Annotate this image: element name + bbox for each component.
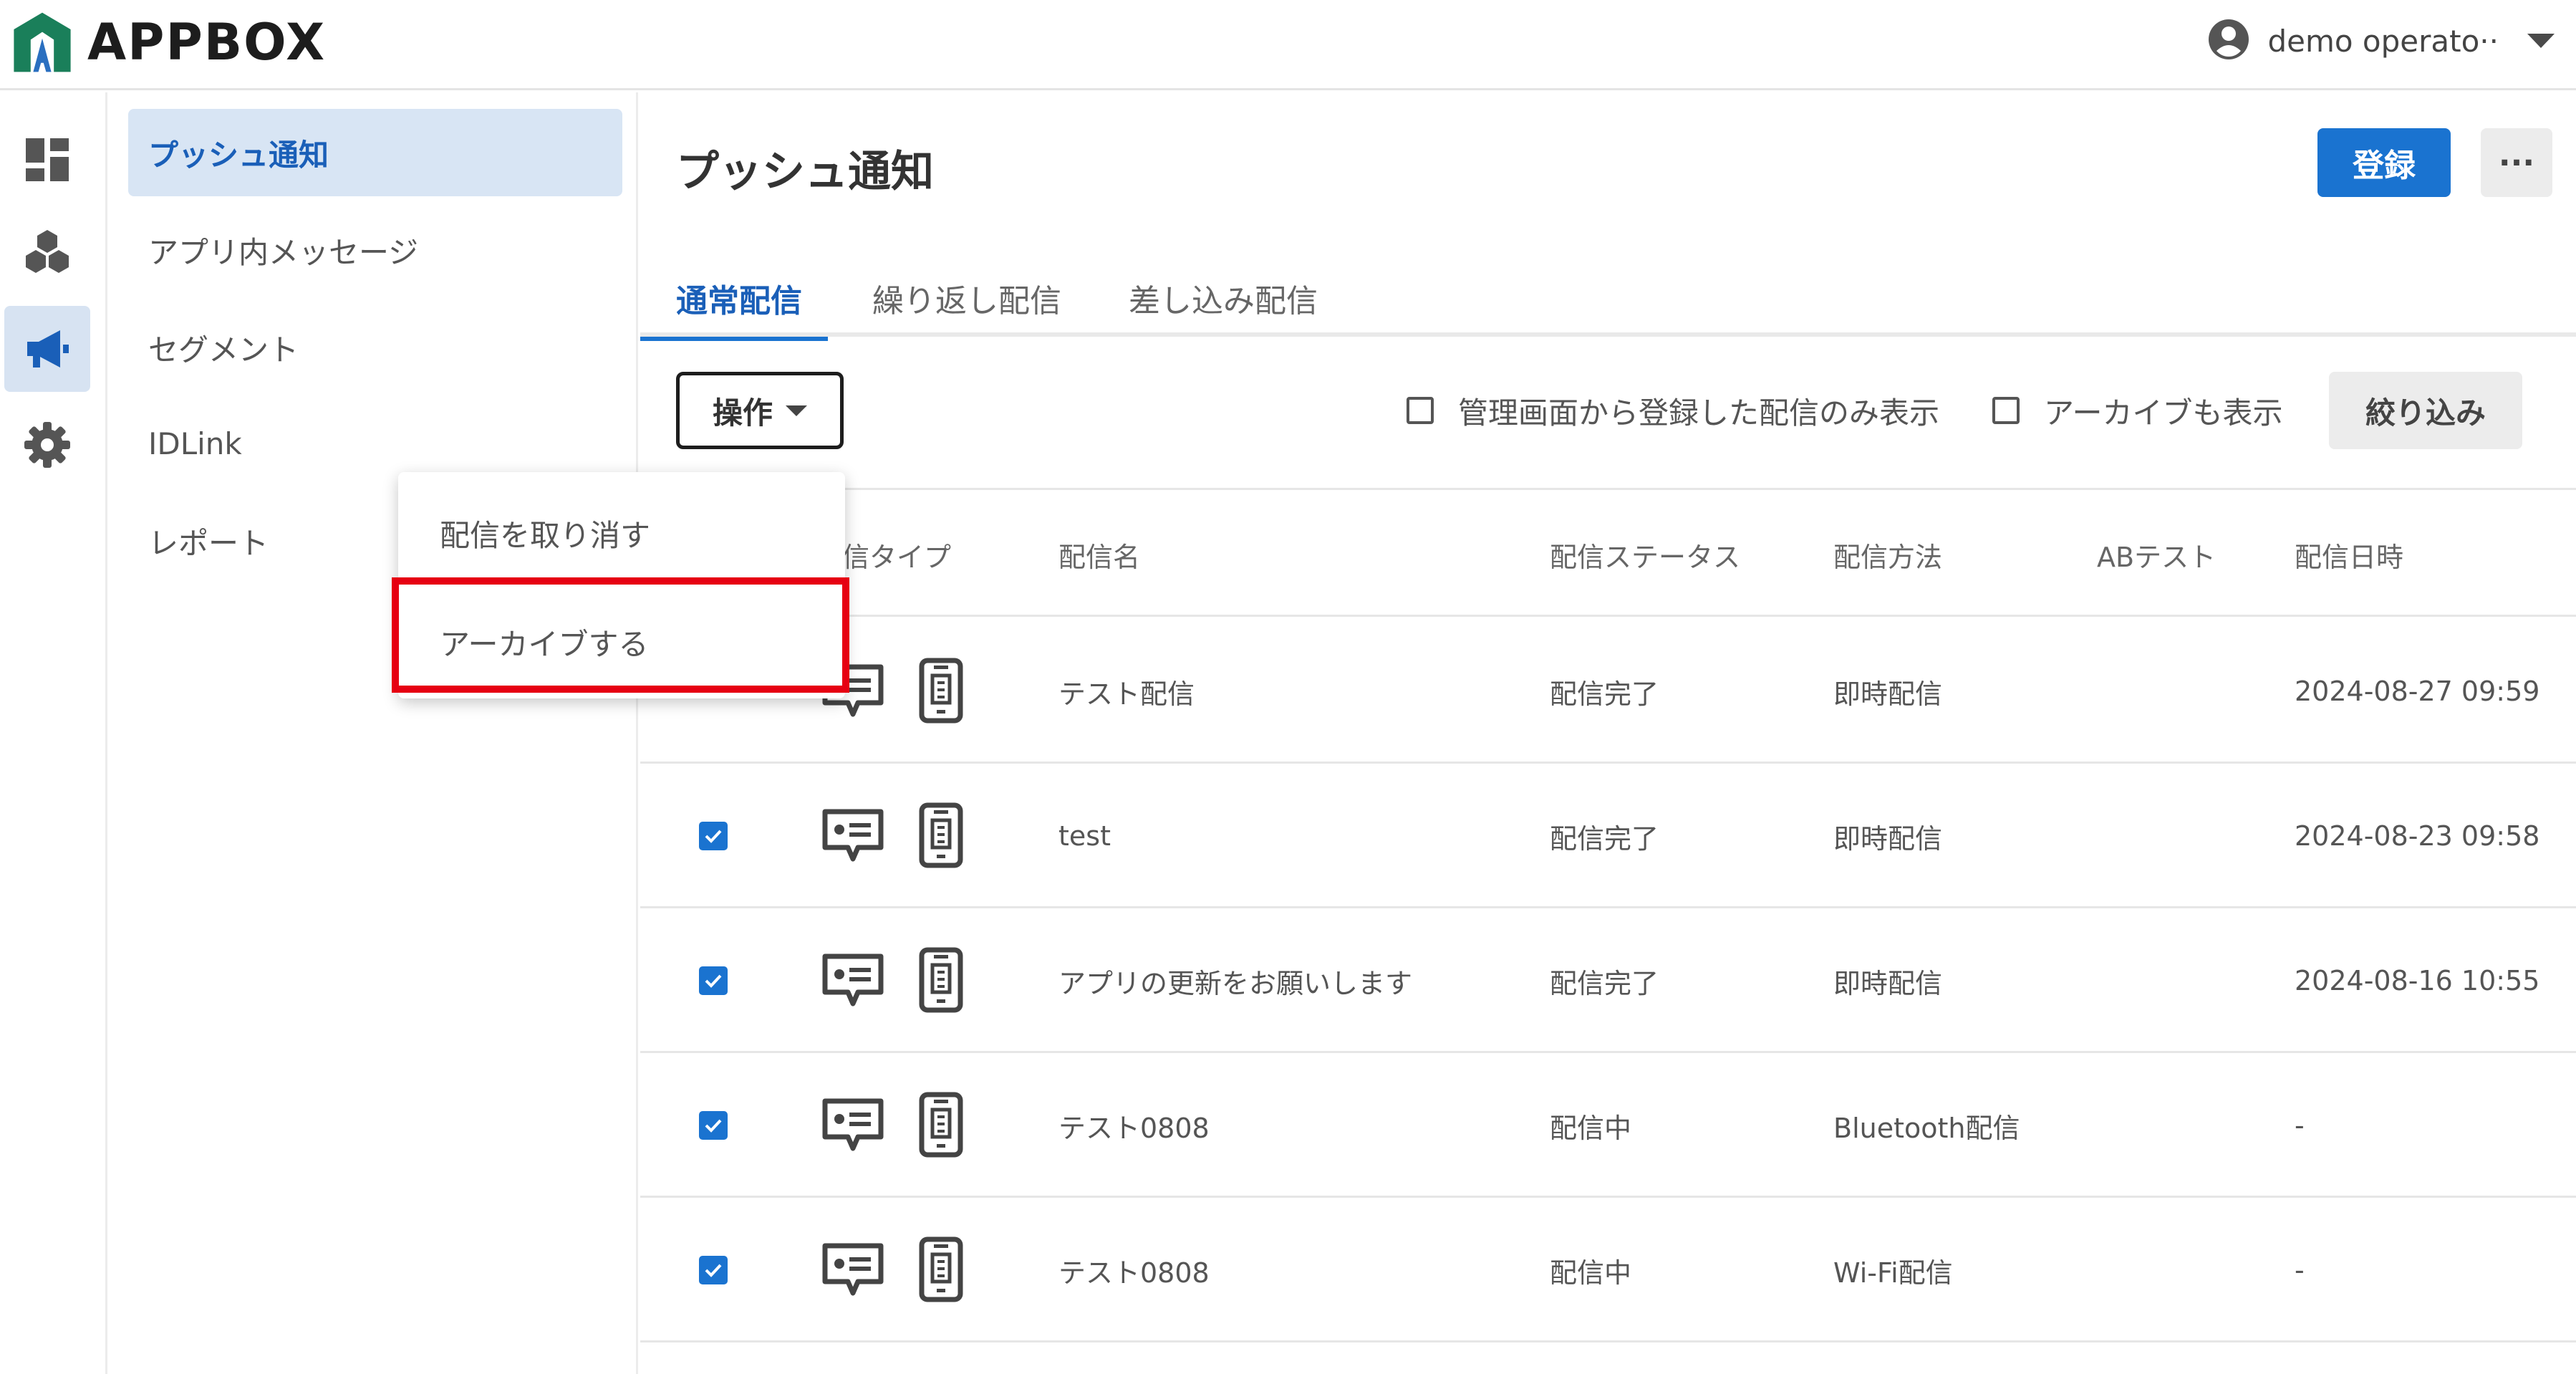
tab-bar: 通常配信 繰り返し配信 差し込み配信 (640, 259, 2576, 341)
mobile-icon (919, 658, 963, 724)
check-icon (705, 1119, 722, 1133)
main-content: プッシュ通知 登録 ··· 通常配信 繰り返し配信 差し込み配信 操作 管理画面… (640, 92, 2576, 1374)
sidebar-item-push[interactable]: プッシュ通知 (128, 109, 622, 196)
app-logo[interactable]: APPBOX (10, 10, 326, 75)
filter-show-archive[interactable]: アーカイブも表示 (1992, 382, 2282, 439)
sidebar-item-segment[interactable]: セグメント (128, 304, 622, 391)
message-icon (822, 953, 884, 1007)
type-icons (821, 1234, 964, 1305)
table-row[interactable]: テスト0808 配信中 Wi-Fi配信 - (640, 1198, 2576, 1342)
row-method: Bluetooth配信 (1833, 1112, 2020, 1144)
table-row[interactable]: テスト0808 配信中 Bluetooth配信 - (640, 1053, 2576, 1198)
icon-rail (0, 92, 107, 1374)
type-icons (821, 1089, 964, 1161)
column-type[interactable]: 信タイプ (842, 490, 951, 619)
show-archive-label: アーカイブも表示 (2044, 395, 2283, 431)
rail-dashboard[interactable] (4, 117, 90, 203)
column-name[interactable]: 配信名 (1058, 490, 1140, 619)
row-method: Wi-Fi配信 (1833, 1257, 1953, 1289)
admin-only-checkbox[interactable] (1407, 397, 1434, 424)
tab-merge-delivery[interactable]: 差し込み配信 (1129, 259, 1318, 337)
row-name[interactable]: テスト0808 (1058, 1053, 1210, 1198)
menu-item-cancel-delivery[interactable]: 配信を取り消す (398, 479, 845, 587)
app-name: APPBOX (87, 13, 327, 72)
rail-apps[interactable] (4, 208, 90, 294)
type-icons (821, 799, 964, 871)
top-bar: APPBOX demo operato·· (0, 0, 2576, 90)
check-icon (705, 830, 722, 843)
row-name[interactable]: テスト配信 (1058, 619, 1195, 764)
row-name[interactable]: アプリの更新をお願いします (1058, 908, 1412, 1053)
row-checkbox[interactable] (699, 1256, 728, 1284)
row-status: 配信完了 (1550, 678, 1659, 710)
row-method: 即時配信 (1833, 967, 1943, 999)
row-status: 配信完了 (1550, 967, 1659, 999)
more-options-button[interactable]: ··· (2481, 128, 2552, 197)
appbox-logo-icon (14, 12, 71, 72)
check-icon (705, 1264, 722, 1277)
tab-normal-delivery[interactable]: 通常配信 (640, 259, 828, 341)
table-header: 信タイプ 配信名 配信ステータス 配信方法 ABテスト 配信日時 (640, 488, 2576, 617)
megaphone-icon (27, 330, 69, 367)
user-name: demo operato·· (2267, 23, 2499, 59)
row-name[interactable]: test (1058, 764, 1111, 908)
message-icon (822, 1098, 884, 1151)
check-icon (705, 974, 722, 988)
dashboard-icon (26, 138, 69, 181)
operations-button[interactable]: 操作 (676, 372, 844, 449)
sidebar-item-in-app-message[interactable]: アプリ内メッセージ (128, 206, 622, 294)
row-checkbox[interactable] (699, 1111, 728, 1140)
table-row[interactable]: アプリの更新をお願いします 配信完了 即時配信 2024-08-16 10:55 (640, 908, 2576, 1053)
tab-repeat-delivery[interactable]: 繰り返し配信 (872, 259, 1061, 337)
mobile-icon (919, 802, 963, 868)
row-datetime: 2024-08-23 09:58 (2295, 820, 2540, 852)
operations-label: 操作 (712, 395, 773, 431)
type-icons (821, 944, 964, 1016)
column-status[interactable]: 配信ステータス (1550, 490, 1740, 619)
row-status: 配信完了 (1550, 822, 1659, 855)
row-datetime: 2024-08-27 09:59 (2295, 676, 2540, 707)
caret-down-icon (786, 405, 807, 416)
column-abtest[interactable]: ABテスト (2097, 490, 2216, 619)
apply-filter-button[interactable]: 絞り込み (2329, 372, 2522, 449)
filter-admin-only[interactable]: 管理画面から登録した配信のみ表示 (1407, 382, 1939, 439)
row-datetime: 2024-08-16 10:55 (2295, 965, 2540, 996)
mobile-icon (919, 1092, 963, 1158)
rail-push[interactable] (4, 306, 90, 392)
row-datetime: - (2295, 1110, 2305, 1141)
column-method[interactable]: 配信方法 (1833, 490, 1942, 619)
apps-icon (26, 230, 69, 273)
register-button[interactable]: 登録 (2317, 128, 2451, 197)
row-checkbox[interactable] (699, 822, 728, 850)
rail-settings[interactable] (4, 402, 90, 488)
account-circle-icon (2207, 18, 2250, 64)
gear-icon (24, 422, 70, 468)
table-row[interactable]: test 配信完了 即時配信 2024-08-23 09:58 (640, 764, 2576, 908)
row-checkbox[interactable] (699, 966, 728, 995)
admin-only-label: 管理画面から登録した配信のみ表示 (1458, 395, 1940, 431)
row-datetime: - (2295, 1254, 2305, 1286)
row-status: 配信中 (1550, 1112, 1632, 1144)
message-icon (822, 1243, 884, 1296)
row-name[interactable]: テスト0808 (1058, 1198, 1210, 1342)
sidebar-nav: プッシュ通知 アプリ内メッセージ セグメント IDLink レポート (110, 92, 638, 1374)
highlight-box (392, 577, 849, 693)
column-datetime[interactable]: 配信日時 (2295, 490, 2403, 619)
mobile-icon (919, 1236, 963, 1302)
user-menu[interactable]: demo operato·· (2207, 16, 2555, 66)
mobile-icon (919, 947, 963, 1013)
message-icon (822, 809, 884, 862)
page-title: プッシュ通知 (676, 147, 934, 197)
row-method: 即時配信 (1833, 822, 1943, 855)
row-method: 即時配信 (1833, 678, 1943, 710)
row-status: 配信中 (1550, 1257, 1632, 1289)
show-archive-checkbox[interactable] (1992, 397, 2020, 424)
table-row[interactable]: テスト配信 配信完了 即時配信 2024-08-27 09:59 (640, 619, 2576, 764)
chevron-down-icon (2527, 34, 2555, 48)
